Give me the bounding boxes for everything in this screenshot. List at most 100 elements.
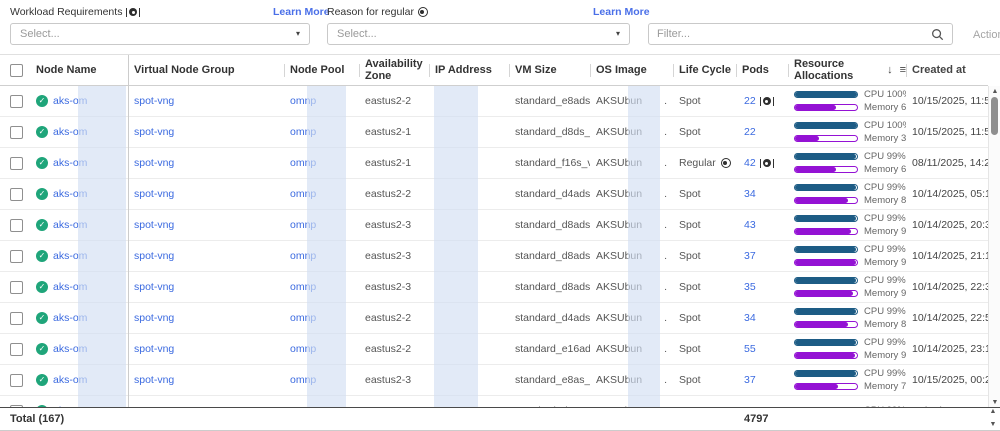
row-checkbox[interactable] (10, 219, 23, 232)
table-row[interactable]: ✓ aks-om spot-vng omnp eastus2-3 standar… (0, 241, 988, 272)
row-checkbox[interactable] (10, 126, 23, 139)
footer-scroll-arrows[interactable]: ▲ ▼ (987, 408, 999, 429)
col-os-image[interactable]: OS Image (590, 55, 673, 85)
table-row[interactable]: ✓ aks-om spot-vng omnp eastus2-3 standar… (0, 272, 988, 303)
virtual-node-group-link[interactable]: spot-vng (134, 343, 174, 355)
col-vm-size[interactable]: VM Size (509, 55, 590, 85)
virtual-node-group-link[interactable]: spot-vng (134, 219, 174, 231)
node-name-link[interactable]: aks-om (53, 281, 87, 293)
node-pool-link[interactable]: omnp (290, 188, 316, 200)
table-row[interactable]: ✓ aks-om spot-vng omnp eastus2-2 standar… (0, 179, 988, 210)
row-checkbox[interactable] (10, 343, 23, 356)
created-at-value: 10/14/2025, 22:5... (906, 303, 988, 333)
pods-count-link[interactable]: 22 (744, 95, 756, 107)
col-ip-address[interactable]: IP Address (429, 55, 509, 85)
regular-reason-icon[interactable] (721, 158, 731, 168)
virtual-node-group-link[interactable]: spot-vng (134, 312, 174, 324)
node-name-link[interactable]: aks-om (53, 188, 87, 200)
col-virtual-node-group[interactable]: Virtual Node Group (128, 55, 284, 85)
select-all-checkbox[interactable] (10, 64, 23, 77)
row-checkbox[interactable] (10, 250, 23, 263)
table-row[interactable]: ✓ aks-om spot-vng omnp eastus2-1 standar… (0, 148, 988, 179)
row-checkbox[interactable] (10, 374, 23, 387)
virtual-node-group-link[interactable]: spot-vng (134, 95, 174, 107)
workload-requirements-label: Workload Requirements (10, 6, 140, 18)
pods-count-link[interactable]: 34 (744, 312, 756, 324)
row-checkbox[interactable] (10, 157, 23, 170)
col-life-cycle[interactable]: Life Cycle (673, 55, 736, 85)
node-pool-link[interactable]: omnp (290, 312, 316, 324)
node-name-link[interactable]: aks-om (53, 374, 87, 386)
scroll-down-icon[interactable]: ▼ (990, 421, 997, 429)
scrollbar-thumb[interactable] (991, 97, 998, 135)
node-name-link[interactable]: aks-om (53, 219, 87, 231)
pods-count-link[interactable]: 42 (744, 157, 756, 169)
vm-size-value: standard_d8ads... (509, 241, 590, 271)
row-checkbox[interactable] (10, 188, 23, 201)
pods-count-link[interactable]: 22 (744, 126, 756, 138)
virtual-node-group-link[interactable]: spot-vng (134, 188, 174, 200)
row-checkbox[interactable] (10, 281, 23, 294)
table-row[interactable]: ✓ aks-om spot-vng omnp eastus2-2 standar… (0, 303, 988, 334)
node-name-link[interactable]: aks-om (53, 157, 87, 169)
node-name-link[interactable]: aks-om (53, 343, 87, 355)
filter-input[interactable]: Filter... (648, 23, 953, 45)
node-name-link[interactable]: aks-om (53, 312, 87, 324)
pods-count-link[interactable]: 35 (744, 281, 756, 293)
node-name-link[interactable]: aks-om (53, 250, 87, 262)
node-pool-link[interactable]: omnp (290, 374, 316, 386)
col-node-name[interactable]: Node Name (32, 55, 128, 85)
virtual-node-group-link[interactable]: spot-vng (134, 250, 174, 262)
cpu-bar (794, 215, 858, 222)
os-image-value: AKSUbun. (590, 334, 673, 364)
actions-button[interactable]: Actions (973, 29, 1000, 41)
vertical-scrollbar[interactable]: ▲ ▼ (988, 86, 1000, 409)
table-row[interactable]: ✓ aks-om spot-vng omnp eastus2-3 standar… (0, 210, 988, 241)
pods-count-link[interactable]: 43 (744, 219, 756, 231)
cpu-bar (794, 246, 858, 253)
col-availability-zone[interactable]: Availability Zone (359, 55, 429, 85)
scroll-up-icon[interactable]: ▲ (990, 408, 997, 416)
workload-requirements-select[interactable]: Select... ▾ (10, 23, 310, 45)
col-created-at[interactable]: Created at (906, 55, 988, 85)
node-name-link[interactable]: aks-om (53, 95, 87, 107)
node-pool-link[interactable]: omnp (290, 219, 316, 231)
chevron-down-icon: ▾ (616, 30, 620, 38)
table-row[interactable]: ✓ aks-om spot-vng omnp eastus2-3 standar… (0, 365, 988, 396)
pods-controller-icon[interactable] (760, 159, 774, 168)
col-pods[interactable]: Pods (736, 55, 788, 85)
node-name-link[interactable]: aks-om (53, 126, 87, 138)
node-pool-link[interactable]: omnp (290, 95, 316, 107)
workload-requirements-text: Workload Requirements (10, 6, 122, 18)
pods-count-link[interactable]: 37 (744, 250, 756, 262)
table-row[interactable]: ✓ aks-om spot-vng omnp eastus2-1 standar… (0, 117, 988, 148)
node-pool-link[interactable]: omnp (290, 281, 316, 293)
scroll-down-icon[interactable]: ▼ (989, 399, 1000, 407)
table-row[interactable]: ✓ aks-om spot-vng omnp eastus2-2 standar… (0, 86, 988, 117)
virtual-node-group-link[interactable]: spot-vng (134, 281, 174, 293)
cpu-bar (794, 370, 858, 377)
node-pool-link[interactable]: omnp (290, 343, 316, 355)
col-resource-allocations[interactable]: Resource Allocations ↓ ≡ (788, 55, 906, 85)
os-image-value: AKSUbun. (590, 241, 673, 271)
table-row[interactable]: ✓ aks-om spot-vng omnp eastus2-2 standar… (0, 334, 988, 365)
node-pool-link[interactable]: omnp (290, 250, 316, 262)
virtual-node-group-link[interactable]: spot-vng (134, 157, 174, 169)
row-checkbox[interactable] (10, 95, 23, 108)
col-node-pool[interactable]: Node Pool (284, 55, 359, 85)
reason-for-regular-select[interactable]: Select... ▾ (327, 23, 630, 45)
select-placeholder: Select... (337, 28, 377, 40)
pods-controller-icon[interactable] (760, 97, 774, 106)
node-pool-link[interactable]: omnp (290, 157, 316, 169)
scroll-up-icon[interactable]: ▲ (989, 88, 1000, 96)
node-pool-link[interactable]: omnp (290, 126, 316, 138)
workload-learn-more-link[interactable]: Learn More (273, 6, 330, 18)
pods-count-link[interactable]: 55 (744, 343, 756, 355)
pods-count-link[interactable]: 34 (744, 188, 756, 200)
sort-desc-icon[interactable]: ↓ (887, 64, 893, 76)
virtual-node-group-link[interactable]: spot-vng (134, 374, 174, 386)
virtual-node-group-link[interactable]: spot-vng (134, 126, 174, 138)
pods-count-link[interactable]: 37 (744, 374, 756, 386)
row-checkbox[interactable] (10, 312, 23, 325)
regular-learn-more-link[interactable]: Learn More (593, 6, 650, 18)
